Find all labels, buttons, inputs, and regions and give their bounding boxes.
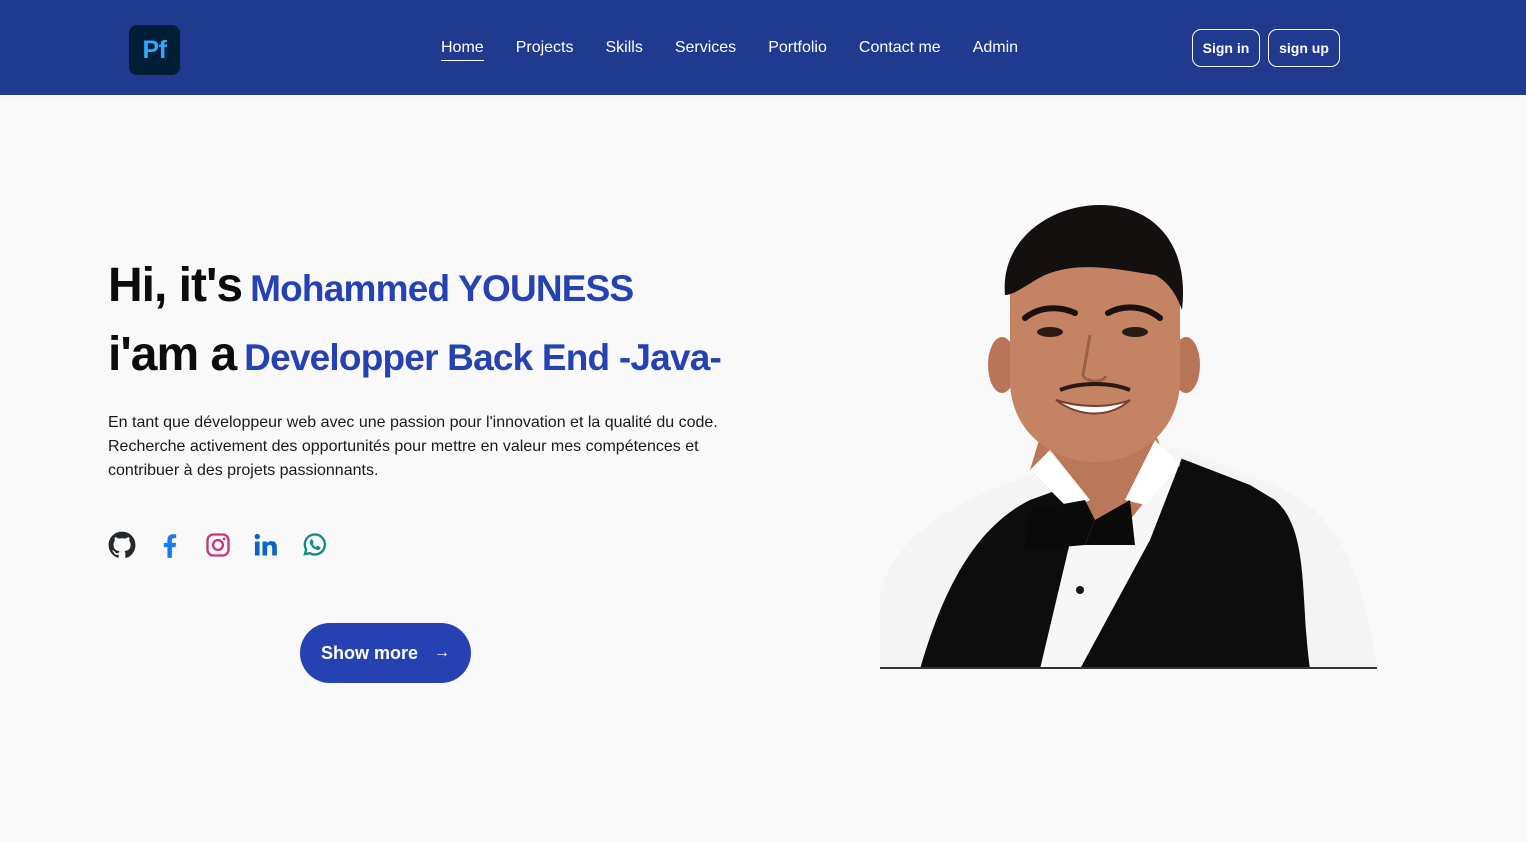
whatsapp-icon (303, 533, 327, 556)
show-more-button[interactable]: Show more → (300, 623, 471, 683)
hero-greeting-heading: Hi, it's Mohammed YOUNESS (108, 258, 634, 313)
logo[interactable]: Pf (129, 25, 180, 75)
nav-contact-link[interactable]: Contact me (859, 37, 941, 61)
linkedin-icon (254, 533, 277, 556)
hero-name: Mohammed YOUNESS (250, 268, 634, 309)
facebook-icon (163, 534, 177, 558)
iam-text: i'am a (108, 328, 237, 381)
sign-up-button[interactable]: sign up (1268, 29, 1340, 67)
github-icon (108, 531, 136, 558)
nav-portfolio-link[interactable]: Portfolio (768, 37, 827, 61)
navbar: Pf Home Projects Skills Services Portfol… (0, 0, 1526, 95)
hero-role-heading: i'am a Developper Back End -Java- (108, 327, 722, 382)
arrow-right-icon: → (434, 644, 450, 661)
social-links (108, 530, 328, 560)
nav-home-link[interactable]: Home (441, 37, 484, 61)
linkedin-link[interactable] (252, 530, 280, 560)
hero-role: Developper Back End -Java- (244, 337, 722, 378)
nav-skills-link[interactable]: Skills (605, 37, 642, 61)
nav-projects-link[interactable]: Projects (516, 37, 574, 61)
show-more-label: Show more (320, 642, 418, 663)
greeting-text: Hi, it's (108, 259, 243, 312)
sign-in-button[interactable]: Sign in (1192, 29, 1260, 67)
nav-admin-link[interactable]: Admin (973, 37, 1018, 61)
github-link[interactable] (108, 530, 136, 560)
nav-links: Home Projects Skills Services Portfolio … (441, 37, 1018, 61)
profile-photo (880, 205, 1377, 669)
instagram-icon (206, 533, 230, 557)
hero-description: En tant que développeur web avec une pas… (108, 414, 718, 479)
instagram-link[interactable] (204, 530, 232, 560)
nav-services-link[interactable]: Services (675, 37, 736, 61)
facebook-link[interactable] (156, 530, 184, 560)
logo-text: Pf (142, 35, 168, 64)
whatsapp-link[interactable] (300, 530, 328, 560)
